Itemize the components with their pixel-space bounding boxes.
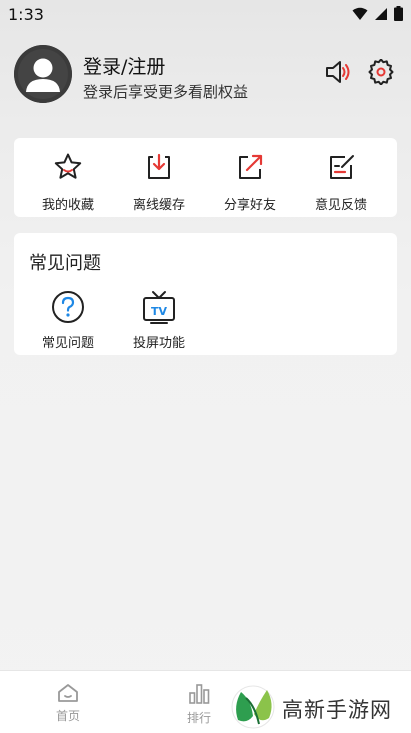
offline-cache-button[interactable]: 离线缓存 <box>114 152 204 213</box>
favorites-button[interactable]: 我的收藏 <box>23 152 113 213</box>
share-friends-button[interactable]: 分享好友 <box>205 152 295 213</box>
login-register-link[interactable]: 登录/注册 <box>83 52 165 79</box>
user-avatar-icon <box>14 45 72 103</box>
profile-header[interactable]: 登录/注册 登录后享受更多看剧权益 <box>14 44 397 108</box>
question-icon <box>52 291 84 323</box>
avatar[interactable] <box>14 45 72 103</box>
status-time: 1:33 <box>8 5 44 24</box>
favorites-label: 我的收藏 <box>41 198 94 213</box>
faq-card-title: 常见问题 <box>29 253 101 274</box>
feedback-icon <box>330 155 354 179</box>
ranking-icon <box>189 684 210 704</box>
signal-icon <box>375 7 387 20</box>
screen-cast-button[interactable]: TV 投屏功能 <box>114 290 204 351</box>
tab-home-label: 首页 <box>55 709 80 723</box>
tv-icon: TV <box>143 291 175 324</box>
status-icons <box>352 6 403 21</box>
share-friends-label: 分享好友 <box>223 198 276 213</box>
tv-icon-text: TV <box>151 305 168 318</box>
offline-cache-label: 离线缓存 <box>132 198 185 213</box>
quick-actions-card: 我的收藏 离线缓存 分享好友 意见反馈 <box>14 138 397 217</box>
watermark-text: 高新手游网 <box>282 698 392 722</box>
star-icon <box>54 153 82 179</box>
faq-label: 常见问题 <box>41 336 94 351</box>
login-hint-text: 登录后享受更多看剧权益 <box>83 83 249 101</box>
tab-ranking-label: 排行 <box>186 711 211 725</box>
home-icon <box>58 684 78 702</box>
tab-home[interactable]: 首页 <box>33 683 103 724</box>
download-icon <box>148 153 170 179</box>
battery-icon <box>394 6 403 21</box>
wifi-icon <box>352 7 368 20</box>
faq-button[interactable]: 常见问题 <box>23 290 113 351</box>
sound-icon[interactable] <box>324 58 352 86</box>
faq-card: 常见问题 常见问题 TV 投屏功能 <box>14 233 397 355</box>
share-icon <box>239 154 263 179</box>
screen-cast-label: 投屏功能 <box>132 336 185 351</box>
status-bar: 1:33 <box>0 0 411 30</box>
tab-ranking[interactable]: 排行 <box>164 683 234 726</box>
feedback-button[interactable]: 意见反馈 <box>296 152 386 213</box>
watermark: 高新手游网 <box>229 684 411 730</box>
watermark-logo-icon <box>231 685 275 729</box>
feedback-label: 意见反馈 <box>314 198 367 213</box>
gear-icon[interactable] <box>368 59 394 85</box>
